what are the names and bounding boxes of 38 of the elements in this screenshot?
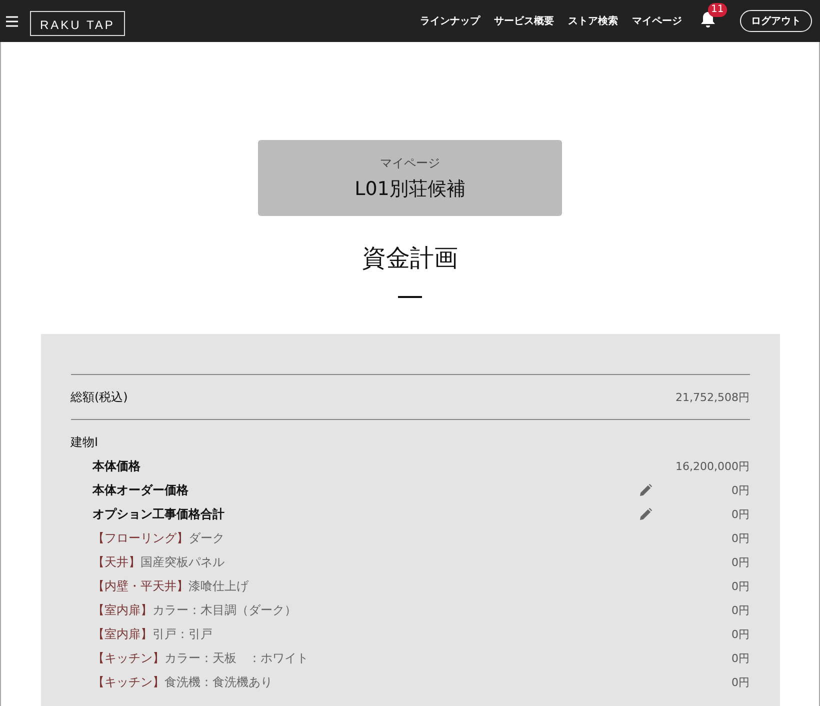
- pencil-icon[interactable]: [638, 484, 652, 496]
- page-title: 資金計画: [362, 243, 458, 274]
- option-label: 【室内扉】カラー：木目調（ダーク）: [92, 602, 296, 618]
- logout-button[interactable]: ログアウト: [740, 10, 812, 32]
- nav-link[interactable]: サービス概要: [494, 14, 554, 28]
- amount: 0円: [732, 506, 750, 522]
- pencil-icon[interactable]: [638, 508, 652, 520]
- amount: 0円: [732, 482, 750, 498]
- item-label: 本体価格: [92, 458, 140, 474]
- bell-icon[interactable]: [700, 11, 716, 29]
- option-label: 【室内扉】引戸：引戸: [92, 626, 212, 642]
- amount: 0円: [732, 626, 750, 642]
- amount: 0円: [732, 674, 750, 690]
- option-label: 【フローリング】ダーク: [92, 530, 224, 546]
- amount: 0円: [732, 650, 750, 666]
- amount: 0円: [732, 578, 750, 594]
- amount: 16,200,000円: [676, 458, 750, 474]
- card-caption: マイページ: [380, 154, 440, 172]
- option-label: 【キッチン】カラー：天板 ：ホワイト: [92, 650, 308, 666]
- notification-badge: 11: [708, 3, 727, 17]
- option-label: 【天井】国産突板パネル: [92, 554, 224, 570]
- logo[interactable]: RAKU TAP: [30, 10, 125, 36]
- amount: 0円: [732, 554, 750, 570]
- amount: 0円: [732, 602, 750, 618]
- item-label: 本体オーダー価格: [92, 482, 188, 498]
- option-label: 【内壁・平天井】漆喰仕上げ: [92, 578, 248, 594]
- nav-link[interactable]: ストア検索: [568, 14, 618, 28]
- option-label: 【キッチン】食洗機：食洗機あり: [92, 674, 272, 690]
- section-label: 建物Ⅰ: [70, 434, 98, 450]
- title-underline: [398, 296, 422, 298]
- menu-icon[interactable]: [6, 16, 18, 26]
- amount: 0円: [732, 530, 750, 546]
- amount: 21,752,508円: [676, 390, 750, 404]
- total-label: 総額(税込): [70, 388, 128, 406]
- nav-link[interactable]: マイページ: [632, 14, 682, 28]
- item-label: オプション工事価格合計: [92, 506, 224, 522]
- card-title: L01別荘候補: [354, 176, 466, 202]
- nav-link[interactable]: ラインナップ: [420, 14, 480, 28]
